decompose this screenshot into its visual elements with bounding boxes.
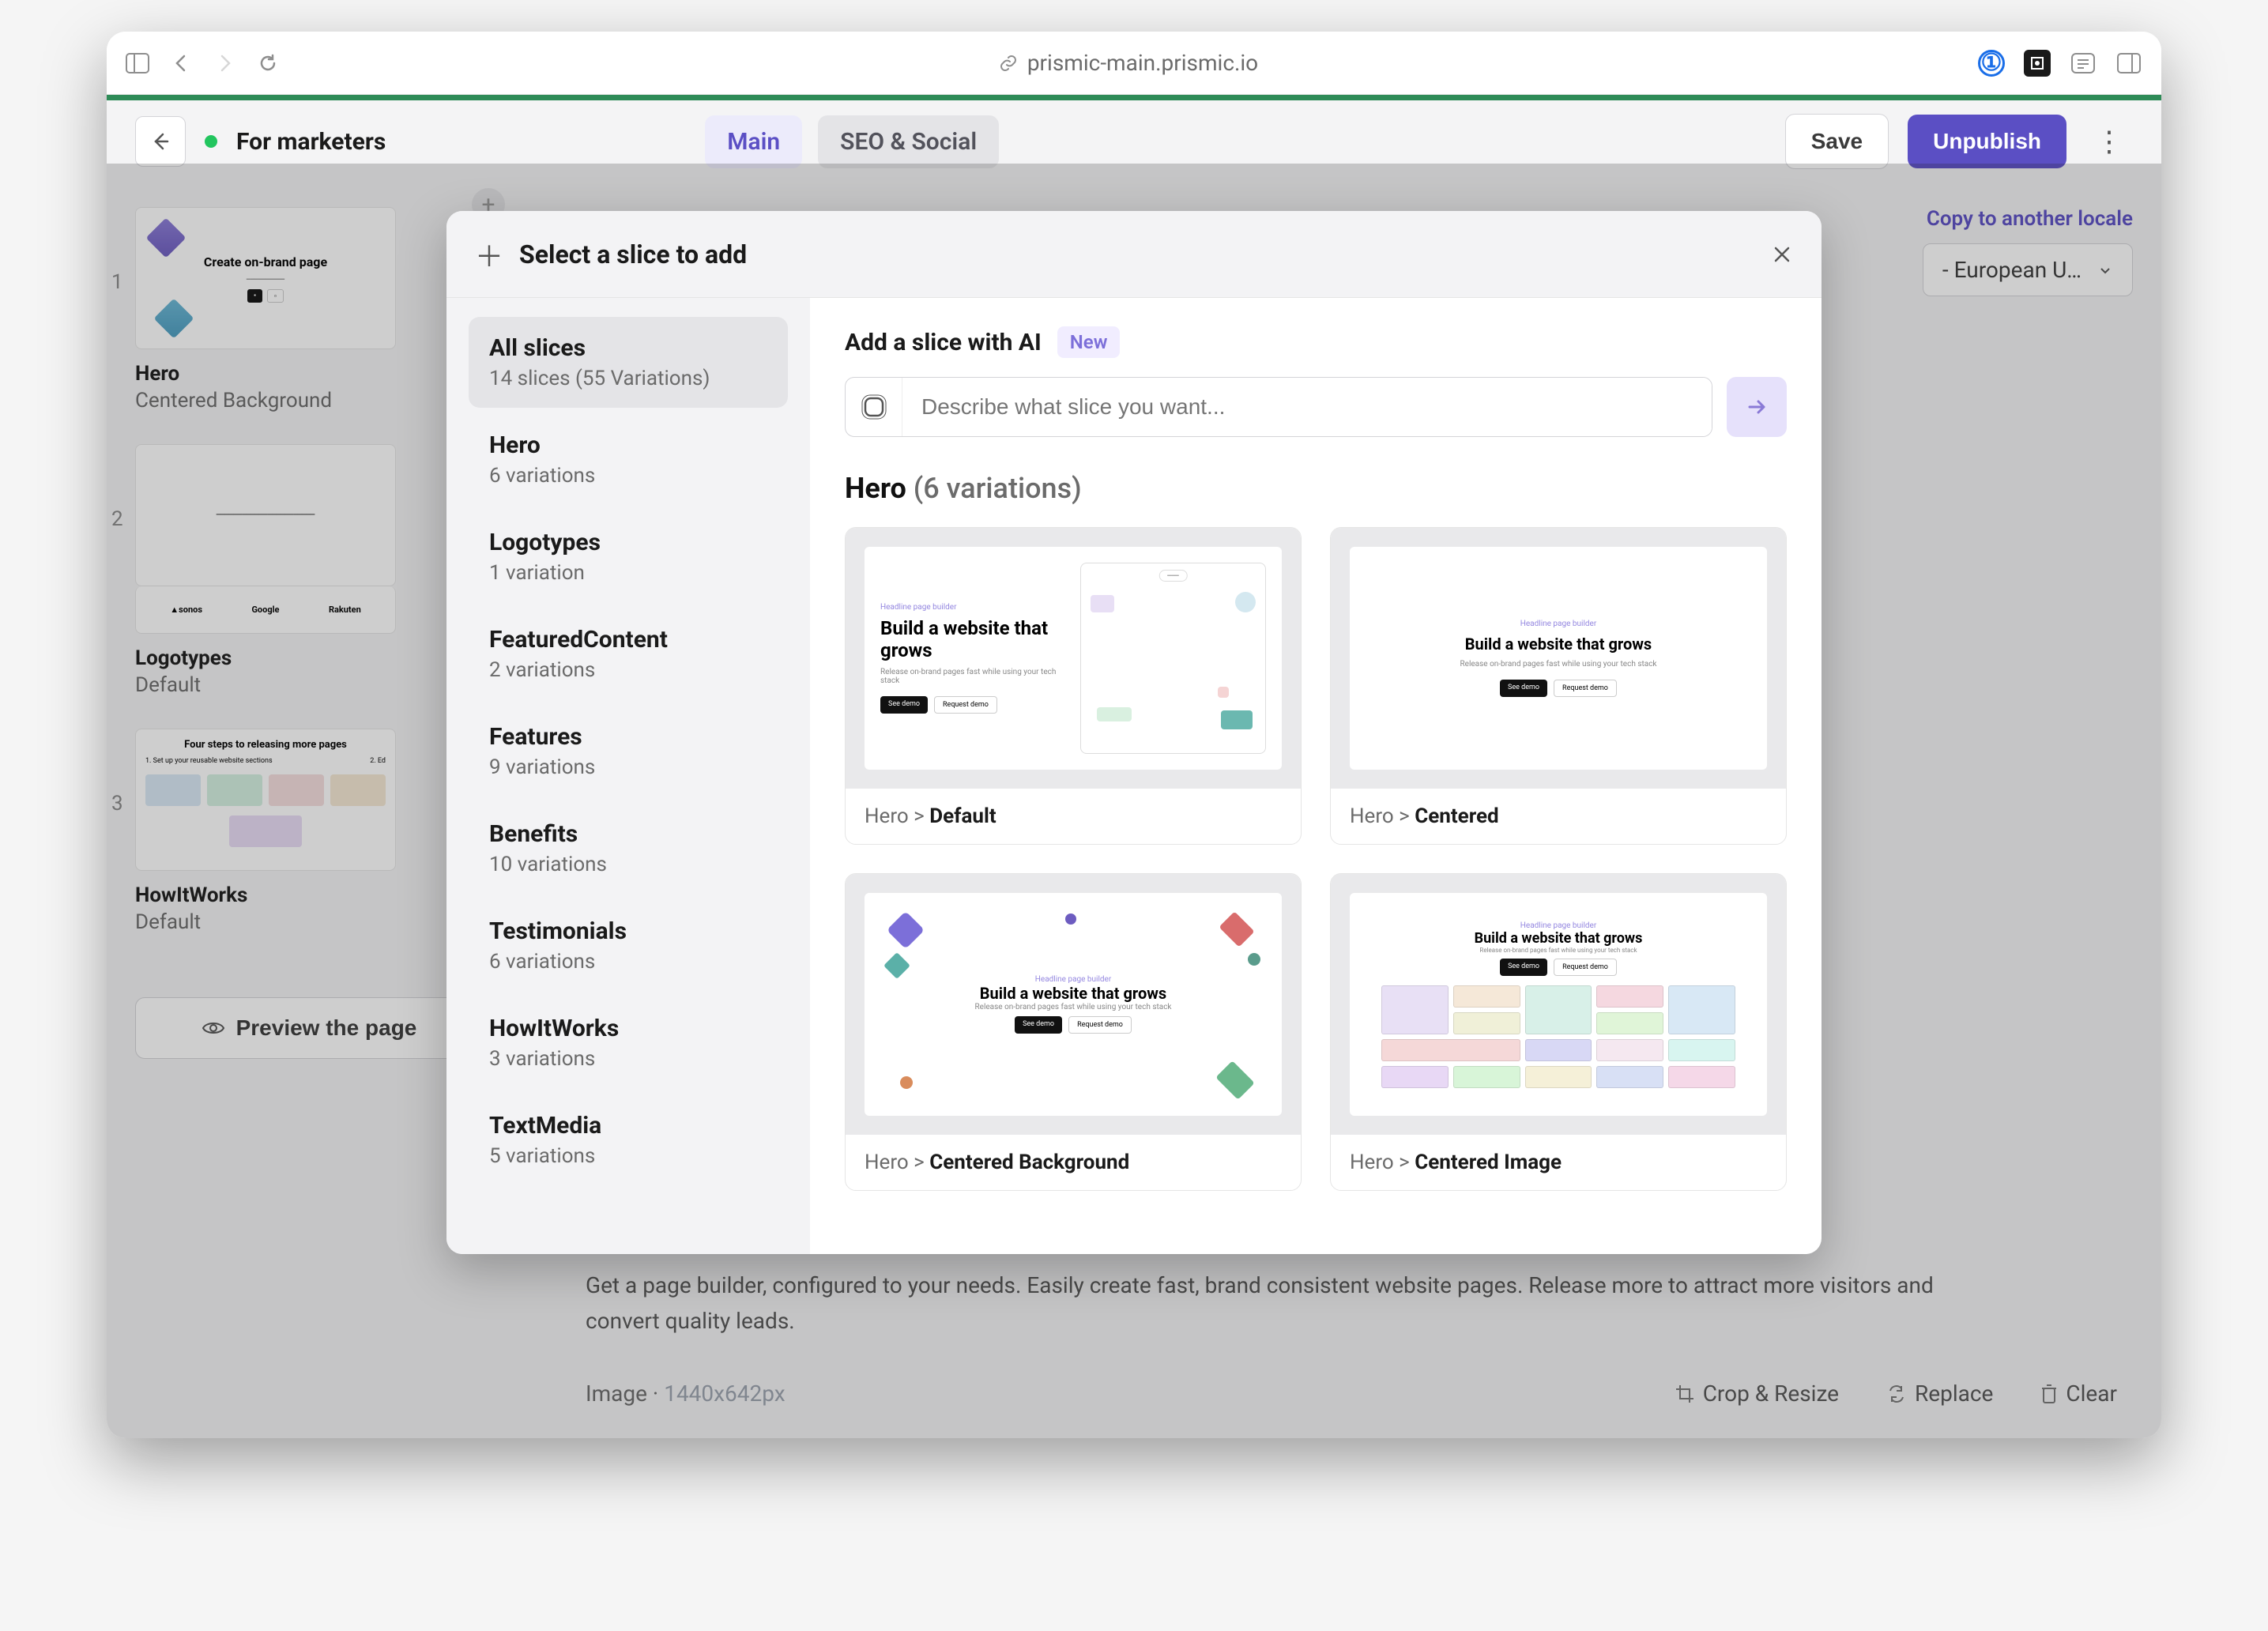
ai-label: Add a slice with AI [845,329,1042,356]
reload-icon[interactable] [257,52,279,74]
sidebar-item-featuredcontent[interactable]: FeaturedContent 2 variations [469,608,788,699]
plus-icon: ＋ [475,234,503,275]
ai-input-wrap [845,377,1712,437]
browser-window: prismic-main.prismic.io ① For marketers [107,32,2161,1438]
ai-input[interactable] [902,378,1712,436]
sidebar-toggle-icon[interactable] [126,53,149,73]
slice-card-centered-image[interactable]: Headline page builder Build a website th… [1330,873,1787,1191]
slice-card-centered-background[interactable]: Headline page builder Build a website th… [845,873,1302,1191]
sidebar-item-hero[interactable]: Hero 6 variations [469,414,788,505]
tabs-icon[interactable] [2115,50,2142,77]
forward-icon [214,53,235,73]
modal-main: Add a slice with AI New [810,298,1822,1254]
slice-picker-modal: ＋ Select a slice to add All slices 14 sl… [446,211,1822,1254]
arrow-right-icon [1745,395,1769,419]
tab-main[interactable]: Main [705,115,802,168]
ai-icon [846,378,902,436]
sidebar-item-benefits[interactable]: Benefits 10 variations [469,803,788,894]
modal-title: Select a slice to add [519,239,747,269]
url-text: prismic-main.prismic.io [1027,50,1258,76]
unpublish-button[interactable]: Unpublish [1908,115,2066,168]
onepassword-icon[interactable]: ① [1978,50,2005,77]
tab-seo[interactable]: SEO & Social [818,115,999,168]
back-icon[interactable] [171,53,192,73]
sidebar-item-all-slices[interactable]: All slices 14 slices (55 Variations) [469,317,788,408]
extension-icon[interactable] [2024,50,2051,77]
accent-bar [107,95,2161,100]
reader-icon[interactable] [2070,50,2097,77]
sidebar-item-textmedia[interactable]: TextMedia 5 variations [469,1094,788,1185]
sidebar-item-testimonials[interactable]: Testimonials 6 variations [469,900,788,991]
back-button[interactable] [135,116,186,167]
modal-overlay: ＋ Select a slice to add All slices 14 sl… [107,164,2161,1438]
slice-card-default[interactable]: Headline page builder Build a website th… [845,527,1302,845]
sidebar-item-logotypes[interactable]: Logotypes 1 variation [469,511,788,602]
status-dot [205,135,217,148]
sidebar-item-howitworks[interactable]: HowItWorks 3 variations [469,997,788,1088]
section-title: Hero (6 variations) [845,472,1787,505]
save-button[interactable]: Save [1785,114,1889,169]
ai-submit-button[interactable] [1727,377,1787,437]
slice-card-centered[interactable]: Headline page builder Build a website th… [1330,527,1787,845]
browser-titlebar: prismic-main.prismic.io ① [107,32,2161,95]
sidebar-item-features[interactable]: Features 9 variations [469,706,788,797]
url-bar[interactable]: prismic-main.prismic.io [295,50,1962,76]
document-title: For marketers [236,128,386,156]
modal-sidebar: All slices 14 slices (55 Variations) Her… [446,298,810,1254]
link-icon [999,54,1018,73]
new-badge: New [1057,326,1121,358]
close-icon[interactable] [1771,243,1793,266]
more-menu-icon[interactable]: ⋮ [2085,125,2133,158]
